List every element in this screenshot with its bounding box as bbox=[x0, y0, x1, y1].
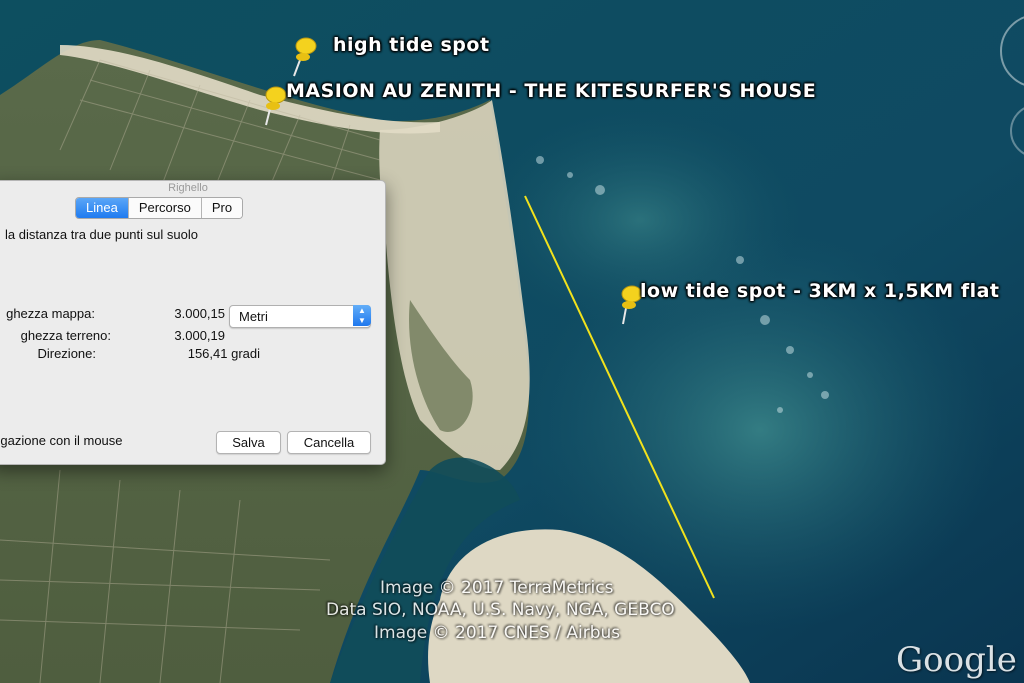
tab-pro[interactable]: Pro bbox=[201, 198, 243, 218]
unit-select-value: Metri bbox=[239, 309, 268, 324]
imagery-attribution-line3: Image © 2017 CNES / Airbus bbox=[374, 623, 621, 643]
imagery-attribution-line2: Data SIO, NOAA, U.S. Navy, NGA, GEBCO bbox=[326, 600, 675, 620]
placemark-house-label[interactable]: MASION AU ZENITH - THE KITESURFER'S HOUS… bbox=[286, 80, 816, 102]
tab-linea[interactable]: Linea bbox=[76, 198, 129, 218]
chevron-updown-icon: ▲ ▼ bbox=[353, 305, 371, 326]
heading-value: 156,41 gradi bbox=[187, 346, 260, 361]
ruler-description: la distanza tra due punti sul suolo bbox=[5, 227, 198, 242]
imagery-attribution-line1: Image © 2017 TerraMetrics bbox=[380, 578, 614, 598]
save-button[interactable]: Salva bbox=[216, 431, 281, 454]
tab-percorso[interactable]: Percorso bbox=[128, 198, 202, 218]
heading-label: Direzione: bbox=[37, 346, 96, 361]
mouse-navigation-checkbox-label[interactable]: vigazione con il mouse bbox=[0, 433, 123, 448]
pushpin-icon[interactable] bbox=[288, 34, 322, 78]
ruler-dialog: Righello Linea Percorso Pro la distanza … bbox=[0, 180, 386, 465]
map-length-value: 3.000,15 bbox=[174, 306, 225, 321]
google-earth-logo: Google e bbox=[896, 640, 1024, 680]
ground-length-value: 3.000,19 bbox=[174, 328, 225, 343]
cancel-button[interactable]: Cancella bbox=[287, 431, 371, 454]
placemark-high-tide-label[interactable]: high tide spot bbox=[333, 34, 490, 56]
dialog-title: Righello bbox=[168, 182, 208, 194]
map-length-label: ghezza mappa: bbox=[6, 306, 95, 321]
ruler-mode-tabs: Linea Percorso Pro bbox=[75, 197, 244, 219]
placemark-low-tide-label[interactable]: low tide spot - 3KM x 1,5KM flat bbox=[640, 280, 1000, 302]
unit-select[interactable]: Metri ▲ ▼ bbox=[229, 305, 371, 328]
ground-length-label: ghezza terreno: bbox=[20, 328, 111, 343]
